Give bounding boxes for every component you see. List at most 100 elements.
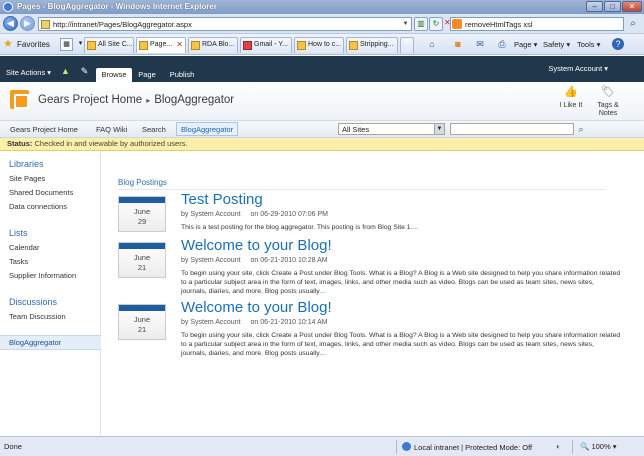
breadcrumb-current: BlogAggregator xyxy=(154,94,235,106)
search-icon[interactable]: ⌕ xyxy=(625,17,641,31)
sharepoint-ribbon: Site Actions ▾ ▲ ✎ Browse Page Publish S… xyxy=(0,56,644,82)
ribbon-tab-page[interactable]: Page xyxy=(134,68,160,82)
ribbon-tab-publish[interactable]: Publish xyxy=(165,68,199,82)
i-like-it-button[interactable]: 👍 I Like It xyxy=(553,86,589,109)
browser-status-bar: Done Local intranet | Protected Mode: Of… xyxy=(0,436,644,456)
close-button[interactable]: ✕ xyxy=(622,1,642,12)
read-more-link[interactable]: .... xyxy=(411,224,419,231)
post-author: by System Account xyxy=(181,319,241,326)
site-header: Gears Project Home ▸ BlogAggregator 👍 I Li… xyxy=(0,82,644,120)
forward-button[interactable]: ▶ xyxy=(20,16,35,31)
post-month: June xyxy=(133,253,151,262)
page-menu[interactable]: Page ▾ xyxy=(514,39,537,50)
protected-mode-icon[interactable]: ◐ xyxy=(556,442,561,451)
tags-notes-button[interactable]: 🏷 Tags & Notes xyxy=(590,86,626,118)
star-icon: ★ xyxy=(3,38,13,50)
tab-page-icon xyxy=(139,41,148,50)
read-more-link[interactable]: .... xyxy=(319,288,327,295)
address-dropdown-icon[interactable]: ▼ xyxy=(401,19,410,29)
print-icon[interactable]: ⎙ xyxy=(496,38,508,50)
status-done: Done xyxy=(4,442,22,451)
zoom-icon: 🔍 xyxy=(580,442,590,451)
account-menu[interactable]: System Account ▾ xyxy=(548,64,608,73)
i-like-it-label: I Like It xyxy=(559,102,583,109)
compatibility-view-icon[interactable]: ▥ xyxy=(414,17,428,31)
topnav-blogaggregator[interactable]: BlogAggregator xyxy=(176,122,239,136)
tab-label: Stripping... xyxy=(360,41,394,48)
nav-item-supplier-information[interactable]: Supplier Information xyxy=(9,271,76,280)
topnav-gears-project-home[interactable]: Gears Project Home xyxy=(10,125,78,134)
navigate-up-icon[interactable]: ▲ xyxy=(60,66,71,77)
edit-page-icon[interactable]: ✎ xyxy=(79,66,90,77)
address-input[interactable]: http://intranet/Pages/BlogAggregator.asp… xyxy=(38,17,412,31)
new-tab-button[interactable] xyxy=(400,37,414,53)
quick-tabs-icon[interactable]: ▦ xyxy=(60,38,73,51)
feeds-icon[interactable]: ◙ xyxy=(452,38,464,50)
post-excerpt: To begin using your site, click Create a… xyxy=(181,332,621,357)
tab-page-icon xyxy=(297,41,306,50)
address-url: http://intranet/Pages/BlogAggregator.asp… xyxy=(53,20,192,29)
nav-heading-discussions[interactable]: Discussions xyxy=(9,297,57,307)
tab-rda-blog[interactable]: RDA Blo... xyxy=(188,37,238,53)
search-input[interactable]: removeHtmlTags xsl xyxy=(450,17,624,31)
calendar-band xyxy=(119,243,165,249)
tab-stripping[interactable]: Stripping... xyxy=(346,37,398,53)
nav-item-shared-documents[interactable]: Shared Documents xyxy=(9,188,73,197)
back-button[interactable]: ◀ xyxy=(3,16,18,31)
tab-page-icon xyxy=(191,41,200,50)
tab-page-icon xyxy=(87,41,96,50)
post-title-link[interactable]: Test Posting xyxy=(181,191,263,208)
refresh-icon[interactable]: ↻ xyxy=(429,17,443,31)
tab-label: Page... xyxy=(150,41,173,48)
read-more-link[interactable]: .... xyxy=(319,350,327,357)
ribbon-tab-browse[interactable]: Browse xyxy=(96,68,132,82)
top-navigation: Gears Project Home FAQ Wiki Search BlogA… xyxy=(0,120,644,138)
tags-notes-label: Tags & Notes xyxy=(597,102,619,117)
status-label: Status: xyxy=(7,139,33,148)
mail-icon[interactable]: ✉ xyxy=(474,38,486,50)
security-zone[interactable]: Local intranet | Protected Mode: Off xyxy=(402,442,532,452)
topnav-search[interactable]: Search xyxy=(142,125,166,134)
heading-divider xyxy=(118,189,606,190)
topnav-faq-wiki[interactable]: FAQ Wiki xyxy=(96,125,127,134)
stop-icon[interactable]: ✕ xyxy=(444,17,451,31)
breadcrumb-home-link[interactable]: Gears Project Home xyxy=(38,94,142,106)
favorites-tab-bar: ★ Favorites ▦ ▾ All Site C... Page... ✕ … xyxy=(0,34,644,55)
calendar-date-icon: June 21 xyxy=(118,242,166,278)
post-day: 21 xyxy=(137,325,147,334)
zoom-level[interactable]: 🔍 100% ▾ xyxy=(580,442,616,451)
close-tab-icon[interactable]: ✕ xyxy=(176,38,183,52)
nav-item-site-pages[interactable]: Site Pages xyxy=(9,174,45,183)
breadcrumb: Gears Project Home ▸ BlogAggregator xyxy=(38,94,234,106)
maximize-button[interactable]: □ xyxy=(604,1,621,12)
nav-item-tasks[interactable]: Tasks xyxy=(9,257,28,266)
site-search-input[interactable] xyxy=(450,123,574,135)
nav-item-data-connections[interactable]: Data connections xyxy=(9,202,67,211)
post-title-link[interactable]: Welcome to your Blog! xyxy=(181,299,332,316)
post-author: by System Account xyxy=(181,211,241,218)
help-icon[interactable]: ? xyxy=(612,38,624,50)
post-excerpt: To begin using your site, click Create a… xyxy=(181,270,621,295)
site-search-icon[interactable]: ⌕ xyxy=(574,123,588,135)
nav-item-team-discussion[interactable]: Team Discussion xyxy=(9,312,66,321)
nav-heading-lists[interactable]: Lists xyxy=(9,228,28,238)
gmail-icon xyxy=(243,41,252,50)
post-excerpt: This is a test posting for the blog aggr… xyxy=(181,224,411,231)
safety-menu[interactable]: Safety ▾ xyxy=(543,39,570,50)
favorites-button[interactable]: ★ Favorites xyxy=(3,38,50,51)
tab-all-site-content[interactable]: All Site C... xyxy=(84,37,134,53)
post-title-link[interactable]: Welcome to your Blog! xyxy=(181,237,332,254)
tab-gmail[interactable]: Gmail - Y... xyxy=(240,37,292,53)
window-title: Pages - BlogAggregator - Windows Interne… xyxy=(17,2,217,11)
minimize-button[interactable]: – xyxy=(586,1,603,12)
site-actions-menu[interactable]: Site Actions ▾ xyxy=(6,68,51,77)
tools-menu[interactable]: Tools ▾ xyxy=(577,39,600,50)
home-icon[interactable]: ⌂ xyxy=(426,38,438,50)
nav-item-calendar[interactable]: Calendar xyxy=(9,243,39,252)
nav-heading-libraries[interactable]: Libraries xyxy=(9,159,44,169)
nav-item-blogaggregator[interactable]: BlogAggregator xyxy=(0,335,101,350)
tab-how-to[interactable]: How to c... xyxy=(294,37,344,53)
search-scope-select[interactable]: All Sites ▼ xyxy=(338,123,445,135)
tab-pages[interactable]: Page... ✕ xyxy=(136,37,186,53)
status-text: Checked in and viewable by authorized us… xyxy=(34,139,188,148)
